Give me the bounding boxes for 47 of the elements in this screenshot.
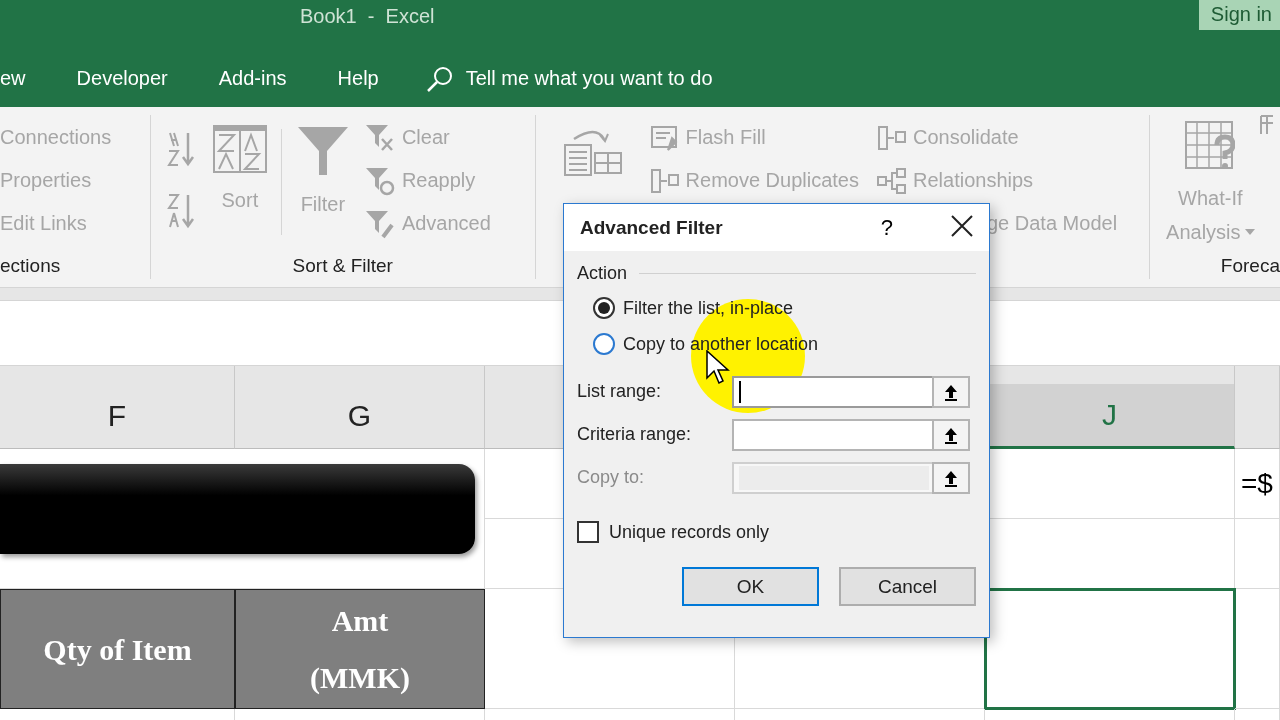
unique-records-checkbox[interactable]: Unique records only [577,517,770,547]
collapse-dialog-button[interactable] [932,418,970,451]
mouse-pointer-icon [706,350,730,386]
help-button[interactable]: ? [880,214,893,241]
sign-in-button[interactable]: Sign in [1198,0,1280,30]
column-header[interactable]: G [235,384,485,449]
group-label: Sort & Filter [291,255,394,278]
grid-cell[interactable]: =$ [1235,449,1280,519]
filter-refresh-icon [363,165,396,196]
dialog-button[interactable]: OK [682,567,819,606]
consolidate-icon [877,123,907,152]
remove-duplicates-icon [649,166,680,195]
cell-formula: =$ [1241,467,1273,500]
search-icon [425,64,454,93]
window-title: Book1 - Excel [300,5,435,28]
field-label: Criteria range: [577,424,693,445]
ribbon-tab[interactable]: Help [337,67,379,90]
flash-fill-icon [649,123,680,152]
active-cell[interactable] [985,589,1235,709]
collapse-dialog-button[interactable] [932,461,970,494]
range-field[interactable] [732,418,932,451]
what-if-grid-icon [1185,121,1236,171]
grid-cell[interactable] [1235,589,1280,709]
group-label: Foreca [1219,255,1280,278]
dialog-button[interactable]: Cancel [839,567,976,606]
relationships-icon [877,166,907,195]
dialog-title: Advanced Filter [580,216,724,239]
table-header-cell-text: Amt (MMK) [310,603,410,696]
column-header[interactable]: F [0,384,235,449]
tell-me-search[interactable]: Tell me what you want to do [465,67,713,90]
ribbon-tab[interactable]: Add-ins [218,67,287,90]
range-field[interactable] [732,375,932,408]
group-label: ections [0,255,62,278]
collapse-dialog-button[interactable] [932,375,970,408]
filter-pencil-icon [363,208,396,239]
filter-clear-icon [363,122,396,153]
section-label: Action [577,263,628,284]
filter-icon [295,125,350,177]
sort-icon [212,125,267,173]
grid-cell[interactable] [1235,519,1280,589]
dropdown-caret-icon [1244,229,1255,235]
merged-cell[interactable] [0,449,485,589]
ribbon-tab[interactable]: ew [0,67,26,90]
table-header-cell-text: Qty of Item [43,631,192,668]
ribbon-tab[interactable]: Developer [76,67,168,90]
field-label: List range: [577,381,663,402]
field-label: Copy to: [577,467,646,488]
